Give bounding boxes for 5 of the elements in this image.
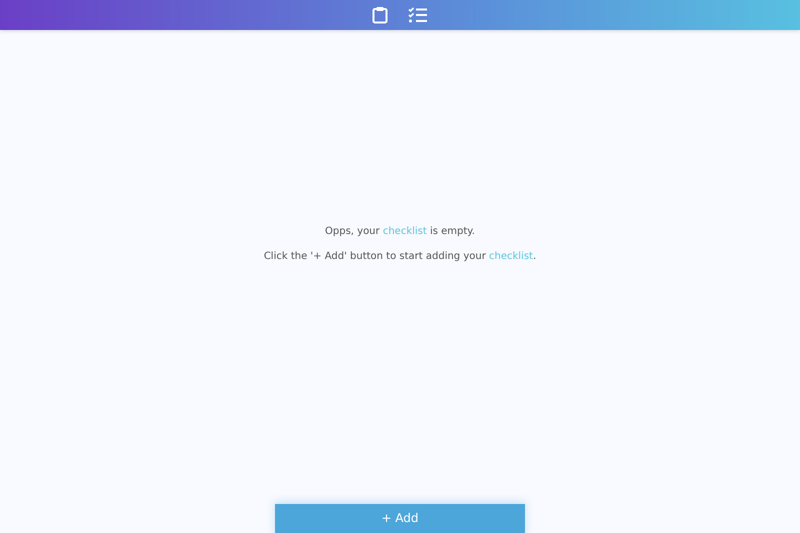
empty-message: Click the '+ Add' button to start adding your checklist. <box>264 251 536 262</box>
empty-message: Opps, your checklist is empty. <box>325 226 475 237</box>
checklist-icon[interactable] <box>408 7 428 23</box>
clipboard-icon[interactable] <box>372 6 388 24</box>
add-button[interactable]: + Add <box>275 504 525 533</box>
